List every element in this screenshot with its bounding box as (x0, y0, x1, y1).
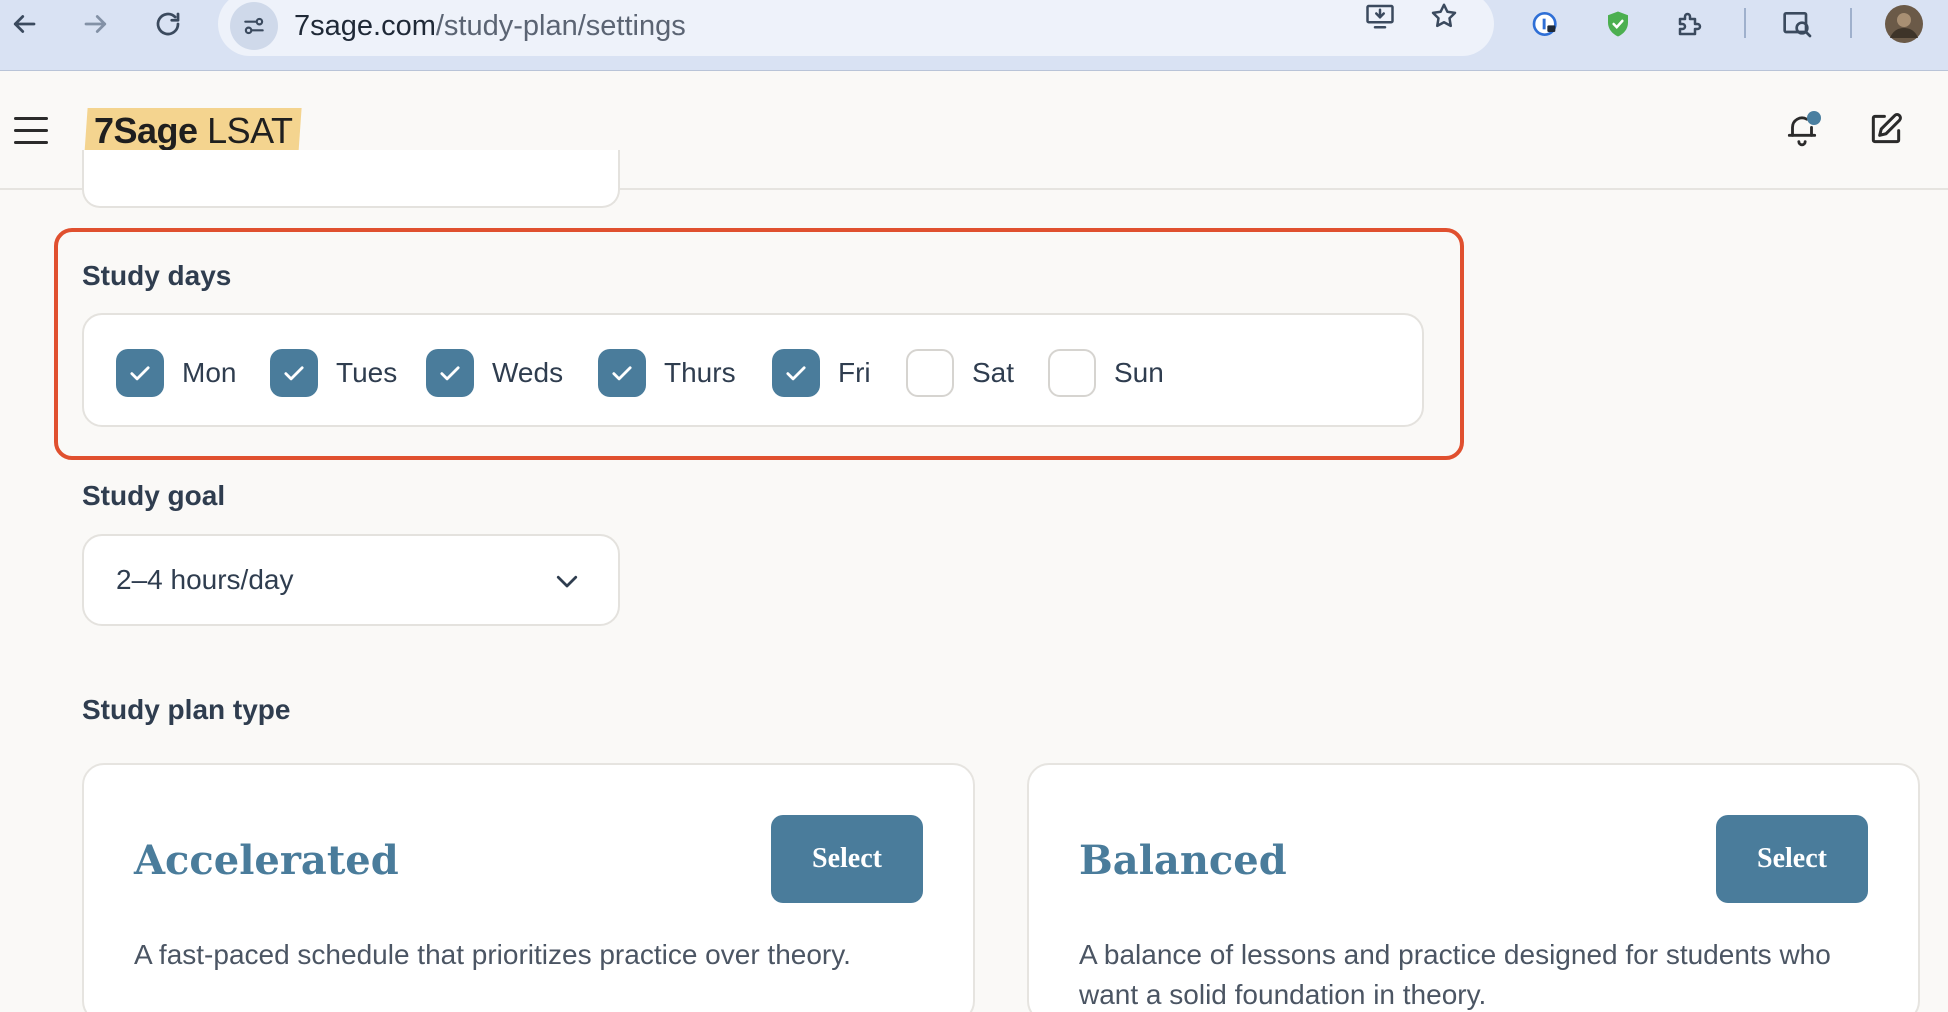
extensions-puzzle-icon[interactable] (1670, 2, 1710, 46)
study-days-label: Study days (82, 260, 232, 291)
profile-avatar-icon[interactable] (1884, 2, 1924, 46)
url-domain: 7sage.com (294, 10, 436, 42)
study-goal-value: 2–4 hours/day (116, 564, 294, 595)
day-option-weds[interactable]: Weds (426, 349, 563, 397)
study-goal-select[interactable]: 2–4 hours/day (82, 534, 620, 626)
checkmark-icon (130, 366, 150, 381)
day-option-sun[interactable]: Sun (1048, 349, 1164, 397)
day-label-weds: Weds (492, 357, 564, 388)
day-label-sun: Sun (1114, 357, 1164, 388)
checkbox-thurs[interactable] (598, 349, 646, 397)
day-option-mon[interactable]: Mon (116, 349, 236, 397)
install-app-icon[interactable] (1360, 0, 1400, 38)
site-info-icon[interactable] (230, 2, 278, 50)
edit-compose-icon[interactable] (1860, 103, 1912, 155)
checkmark-icon (786, 366, 806, 381)
logo-brand: 7Sage (94, 110, 198, 151)
study-plan-type-label: Study plan type (82, 694, 291, 725)
logo-product: LSAT (207, 110, 293, 151)
day-label-mon: Mon (182, 357, 237, 388)
search-tab-icon[interactable] (1778, 2, 1818, 46)
day-option-thurs[interactable]: Thurs (598, 349, 736, 397)
plan-description: A balance of lessons and practice design… (1079, 939, 1831, 1010)
url-text[interactable]: 7sage.com/study-plan/settings (294, 2, 686, 50)
checkbox-fri[interactable] (772, 349, 820, 397)
day-option-fri[interactable]: Fri (772, 349, 871, 397)
study-days-group: Mon Tues Weds Thurs Fri Sat Sun (82, 313, 1424, 427)
checkbox-sun[interactable] (1048, 349, 1096, 397)
plan-card-accelerated: Accelerated Select A fast-paced schedule… (82, 763, 975, 1012)
chevron-down-icon (552, 566, 582, 596)
forward-arrow-icon[interactable] (76, 2, 116, 46)
day-option-sat[interactable]: Sat (906, 349, 1014, 397)
select-accelerated-button[interactable]: Select (771, 815, 923, 903)
browser-toolbar: 7sage.com/study-plan/settings (0, 0, 1948, 71)
day-label-tues: Tues (336, 357, 398, 388)
bookmark-star-icon[interactable] (1424, 0, 1464, 38)
menu-hamburger-icon[interactable] (14, 117, 48, 145)
plan-title: Accelerated (134, 837, 399, 884)
notifications-bell-icon[interactable] (1776, 103, 1828, 155)
select-balanced-button[interactable]: Select (1716, 815, 1868, 903)
day-label-thurs: Thurs (664, 357, 736, 388)
back-arrow-icon[interactable] (4, 2, 44, 46)
password-manager-icon[interactable] (1526, 2, 1566, 46)
checkbox-sat[interactable] (906, 349, 954, 397)
checkmark-icon (612, 366, 632, 381)
shield-extension-icon[interactable] (1598, 2, 1638, 46)
checkbox-weds[interactable] (426, 349, 474, 397)
checkmark-icon (284, 366, 304, 381)
site-logo[interactable]: 7Sage LSAT (84, 108, 303, 154)
day-label-fri: Fri (838, 357, 871, 388)
previous-field-input[interactable] (82, 150, 620, 208)
day-label-sat: Sat (972, 357, 1015, 388)
plan-description: A fast-paced schedule that prioritizes p… (134, 939, 851, 970)
study-goal-label: Study goal (82, 480, 226, 511)
checkbox-tues[interactable] (270, 349, 318, 397)
plan-title: Balanced (1079, 837, 1287, 884)
notification-dot (1807, 111, 1821, 125)
toolbar-separator (1850, 8, 1852, 38)
url-path: /study-plan/settings (435, 10, 686, 42)
address-bar[interactable]: 7sage.com/study-plan/settings (218, 0, 1494, 56)
checkmark-icon (440, 366, 460, 381)
reload-icon[interactable] (148, 2, 188, 46)
plan-card-balanced: Balanced Select A balance of lessons and… (1027, 763, 1920, 1012)
day-option-tues[interactable]: Tues (270, 349, 397, 397)
checkbox-mon[interactable] (116, 349, 164, 397)
toolbar-separator (1744, 8, 1746, 38)
